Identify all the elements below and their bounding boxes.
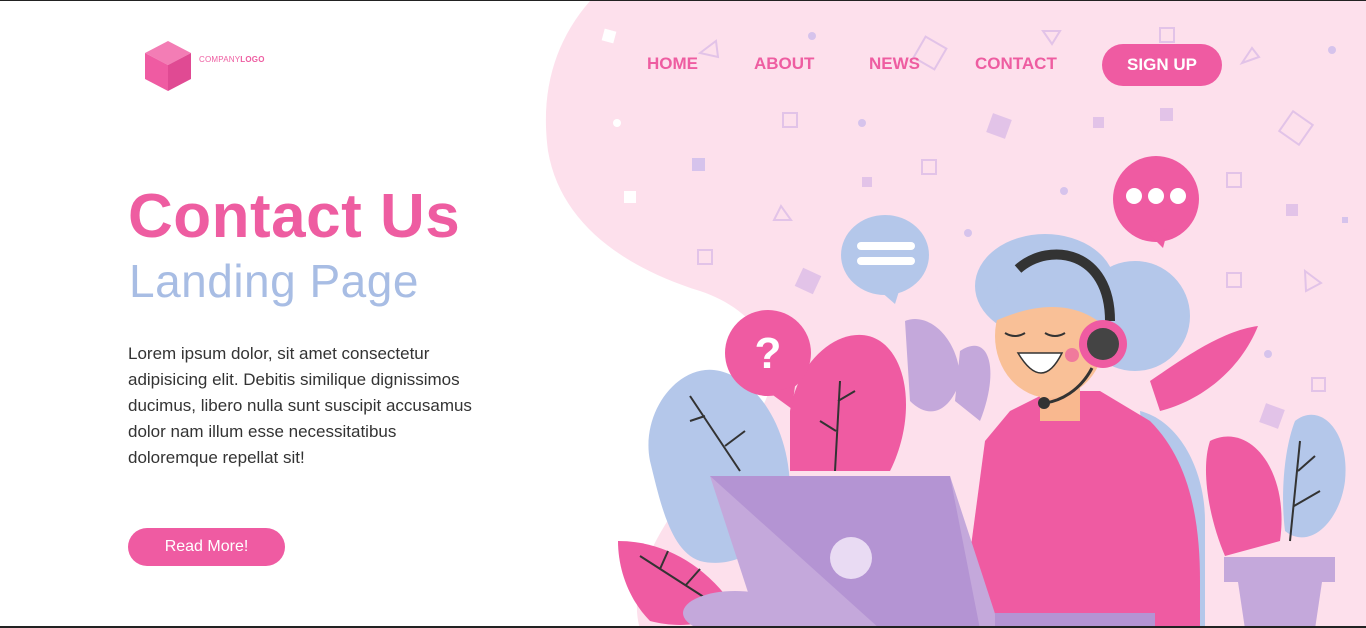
nav-home[interactable]: HOME [647, 44, 698, 84]
hero-body-text: Lorem ipsum dolor, sit amet consectetur … [128, 344, 472, 467]
landing-page: ? COMPANYLOGO HOME ABOUT NEWS CONTACT SI… [0, 0, 1366, 628]
nav-contact[interactable]: CONTACT [975, 44, 1057, 84]
plant-pot-icon [1224, 557, 1335, 626]
nav-news[interactable]: NEWS [869, 44, 920, 84]
nav-about[interactable]: ABOUT [754, 44, 814, 84]
hero-title: Contact Us [128, 182, 461, 251]
hero-subtitle: Landing Page [129, 255, 419, 307]
signup-button[interactable]: SIGN UP [1102, 44, 1222, 86]
question-mark-text: ? [755, 329, 782, 378]
message-lines-bubble-icon [841, 215, 929, 304]
read-more-button[interactable]: Read More! [128, 528, 285, 566]
typing-dots-bubble-icon [1113, 156, 1199, 248]
main-nav: HOME ABOUT NEWS CONTACT SIGN UP [0, 44, 1366, 86]
